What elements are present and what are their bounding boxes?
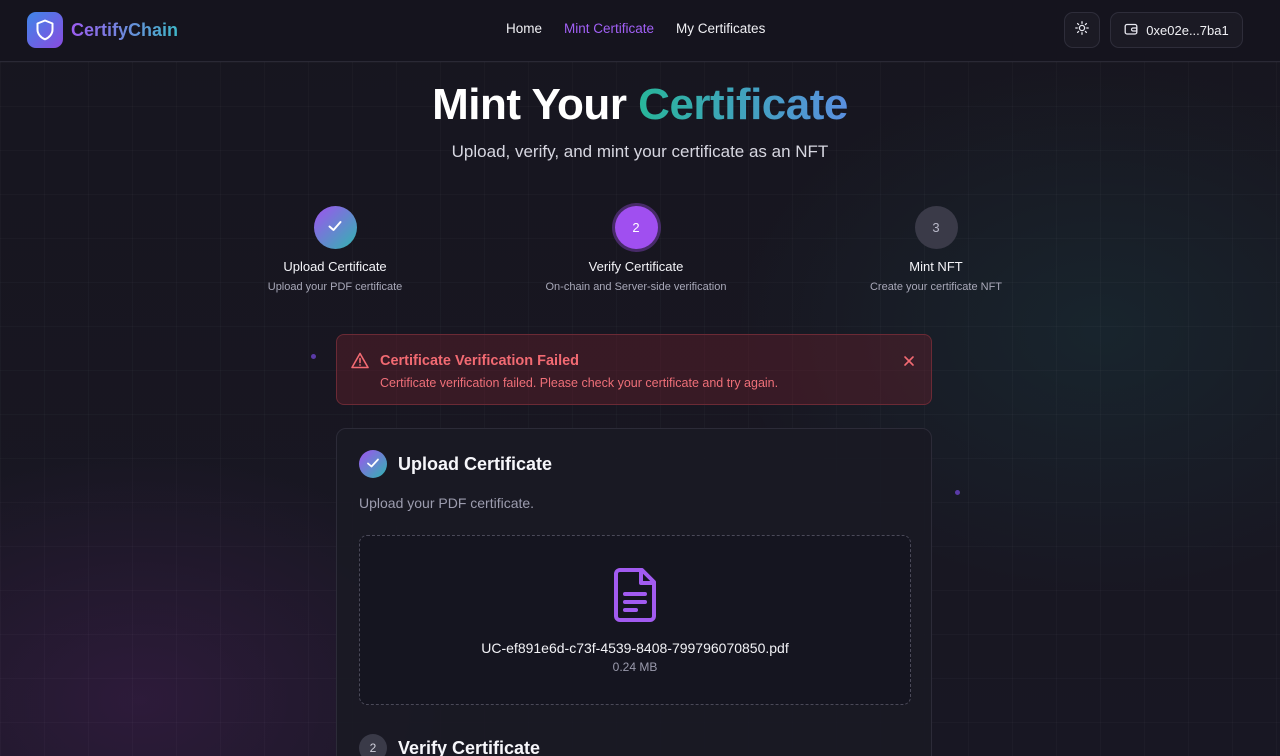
file-name: UC-ef891e6d-c73f-4539-8408-799796070850.… xyxy=(481,640,789,656)
step-title: Verify Certificate xyxy=(588,259,684,274)
nav-my-certificates[interactable]: My Certificates xyxy=(676,21,765,36)
file-dropzone[interactable]: UC-ef891e6d-c73f-4539-8408-799796070850.… xyxy=(359,535,911,705)
wallet-address: 0xe02e...7ba1 xyxy=(1146,22,1229,38)
page-title-plain: Mint Your xyxy=(432,80,627,129)
page: CertifyChain Home Mint Certificate My Ce… xyxy=(0,0,1280,756)
upload-section-description: Upload your PDF certificate. xyxy=(359,495,535,511)
step-number: 2 xyxy=(614,206,658,249)
file-size: 0.24 MB xyxy=(612,660,658,674)
nav-home[interactable]: Home xyxy=(506,21,542,36)
step-verify: 2 Verify Certificate On-chain and Server… xyxy=(506,206,766,293)
main-nav: Home Mint Certificate My Certificates xyxy=(506,21,765,36)
app-name: CertifyChain xyxy=(71,19,179,40)
step-description: Create your certificate NFT xyxy=(869,281,1003,293)
upload-complete-marker xyxy=(359,450,387,478)
page-subtitle: Upload, verify, and mint your certificat… xyxy=(451,142,829,161)
decorative-dot xyxy=(955,490,960,495)
shield-icon xyxy=(27,12,63,48)
wallet-icon xyxy=(1124,22,1138,39)
close-icon xyxy=(903,354,915,371)
decorative-dot xyxy=(311,354,316,359)
top-navbar: CertifyChain Home Mint Certificate My Ce… xyxy=(0,0,1280,62)
check-icon xyxy=(326,217,344,238)
alert-message: Certificate verification failed. Please … xyxy=(380,376,779,390)
verify-section-number: 2 xyxy=(359,734,387,756)
check-icon xyxy=(365,455,381,474)
nav-mint-certificate[interactable]: Mint Certificate xyxy=(564,21,654,36)
page-title: Mint Your Certificate xyxy=(0,80,1280,130)
page-title-highlight: Certificate xyxy=(638,80,848,129)
step-description: On-chain and Server-side verification xyxy=(545,281,727,293)
warning-icon xyxy=(351,352,369,374)
logo-link[interactable]: CertifyChain xyxy=(27,12,178,48)
step-number: 3 xyxy=(914,206,958,249)
alert-title: Certificate Verification Failed xyxy=(380,353,580,369)
wallet-button[interactable]: 0xe02e...7ba1 xyxy=(1110,12,1243,48)
verify-section-header: 2 Verify Certificate xyxy=(359,734,540,756)
upload-section-header: Upload Certificate xyxy=(359,450,552,478)
step-title: Upload Certificate xyxy=(283,259,387,274)
sun-icon xyxy=(1075,20,1089,40)
step-upload: Upload Certificate Upload your PDF certi… xyxy=(205,206,465,293)
verify-section-title: Verify Certificate xyxy=(398,737,541,756)
step-description: Upload your PDF certificate xyxy=(267,281,403,293)
theme-toggle-button[interactable] xyxy=(1064,12,1100,48)
upload-section-title: Upload Certificate xyxy=(398,453,553,474)
step-title: Mint NFT xyxy=(909,259,963,274)
step-mint: 3 Mint NFT Create your certificate NFT xyxy=(806,206,1066,293)
file-text-icon xyxy=(612,566,660,627)
error-alert: Certificate Verification Failed Certific… xyxy=(336,334,932,405)
close-alert-button[interactable] xyxy=(903,354,915,372)
step-complete-marker xyxy=(313,206,357,249)
mint-card: Upload Certificate Upload your PDF certi… xyxy=(336,428,932,756)
